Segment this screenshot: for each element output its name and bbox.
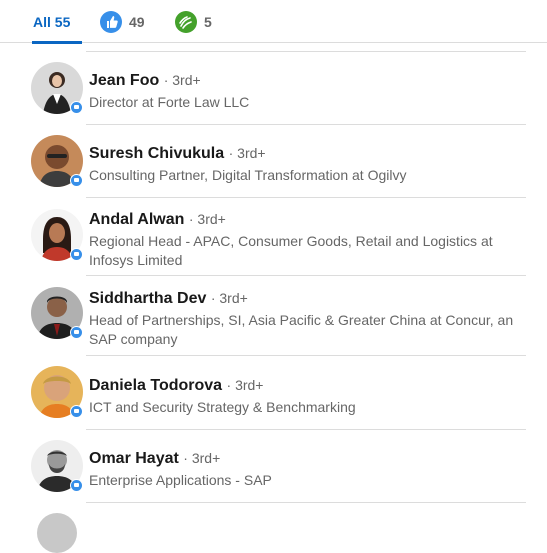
connection-degree: · 3rd+ bbox=[210, 290, 248, 306]
person-headline: Head of Partnerships, SI, Asia Pacific &… bbox=[89, 312, 514, 347]
list-item[interactable]: Suresh Chivukula · 3rd+ Consulting Partn… bbox=[0, 125, 547, 198]
connection-degree: · 3rd+ bbox=[183, 450, 221, 466]
like-icon bbox=[100, 10, 122, 33]
tab-like[interactable]: 49 bbox=[100, 0, 145, 43]
name-line: Andal Alwan · 3rd+ bbox=[89, 209, 226, 230]
list-item[interactable]: Siddhartha Dev · 3rd+ Head of Partnershi… bbox=[0, 276, 547, 356]
connection-degree: · 3rd+ bbox=[226, 377, 264, 393]
reaction-tabs: All 55 49 5 bbox=[0, 0, 547, 44]
tab-celebrate-label: 5 bbox=[204, 13, 212, 30]
avatar bbox=[37, 513, 77, 553]
connection-degree: · 3rd+ bbox=[163, 72, 201, 88]
list-item[interactable]: Daniela Todorova · 3rd+ ICT and Security… bbox=[0, 356, 547, 430]
like-badge-icon bbox=[70, 326, 83, 339]
like-badge-icon bbox=[70, 405, 83, 418]
list-item[interactable]: Jean Foo · 3rd+ Director at Forte Law LL… bbox=[0, 52, 547, 125]
name-line: Omar Hayat · 3rd+ bbox=[89, 448, 220, 469]
person-name[interactable]: Daniela Todorova bbox=[89, 377, 222, 394]
person-headline: Enterprise Applications - SAP bbox=[89, 472, 272, 488]
like-badge-icon bbox=[70, 174, 83, 187]
divider bbox=[86, 502, 526, 503]
connection-degree: · 3rd+ bbox=[188, 211, 226, 227]
person-name[interactable]: Andal Alwan bbox=[89, 211, 184, 228]
name-line: Siddhartha Dev · 3rd+ bbox=[89, 288, 248, 309]
like-badge-icon bbox=[70, 248, 83, 261]
person-name[interactable]: Suresh Chivukula bbox=[89, 145, 224, 162]
connection-degree: · 3rd+ bbox=[228, 145, 266, 161]
tab-celebrate[interactable]: 5 bbox=[175, 0, 212, 43]
person-name[interactable]: Omar Hayat bbox=[89, 450, 179, 467]
person-headline: ICT and Security Strategy & Benchmarking bbox=[89, 399, 356, 415]
like-badge-icon bbox=[70, 479, 83, 492]
name-line: Daniela Todorova · 3rd+ bbox=[89, 375, 263, 396]
tab-like-label: 49 bbox=[129, 13, 145, 30]
person-name[interactable]: Jean Foo bbox=[89, 72, 159, 89]
name-line: Suresh Chivukula · 3rd+ bbox=[89, 143, 266, 164]
tab-all[interactable]: All 55 bbox=[31, 0, 83, 44]
list-item[interactable]: Andal Alwan · 3rd+ Regional Head - APAC,… bbox=[0, 198, 547, 276]
celebrate-icon bbox=[175, 10, 197, 33]
name-line: Jean Foo · 3rd+ bbox=[89, 70, 201, 91]
person-headline: Regional Head - APAC, Consumer Goods, Re… bbox=[89, 233, 493, 268]
person-headline: Director at Forte Law LLC bbox=[89, 94, 250, 110]
person-name[interactable]: Siddhartha Dev bbox=[89, 290, 206, 307]
like-badge-icon bbox=[70, 101, 83, 114]
list-item[interactable]: Omar Hayat · 3rd+ Enterprise Application… bbox=[0, 430, 547, 503]
tab-all-label: All 55 bbox=[33, 13, 71, 30]
person-headline: Consulting Partner, Digital Transformati… bbox=[89, 167, 407, 183]
